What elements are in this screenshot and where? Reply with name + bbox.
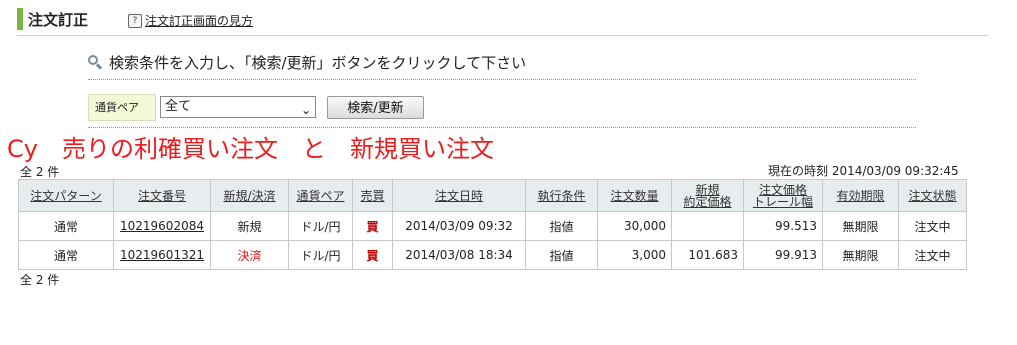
- col-order-price-line2: トレール幅: [752, 194, 813, 209]
- col-status[interactable]: 注文状態: [898, 179, 967, 212]
- search-instruction: 検索条件を入力し、「検索/更新」ボタンをクリックして下さい: [88, 52, 526, 73]
- cell-condition: 指値: [525, 211, 598, 241]
- col-datetime[interactable]: 注文日時: [392, 179, 526, 212]
- cell-pair: ドル/円: [288, 240, 353, 270]
- currency-pair-value: 全て: [165, 99, 192, 114]
- current-time: 現在の時刻 2014/03/09 09:32:45: [768, 164, 959, 178]
- cell-order-price: 99.913: [743, 240, 823, 270]
- col-side[interactable]: 売買: [352, 179, 393, 212]
- dotted-divider: [88, 127, 916, 128]
- cell-entry-price: [671, 211, 744, 241]
- chevron-down-icon: ⌄: [300, 103, 311, 117]
- currency-pair-select[interactable]: 全て ⌄: [160, 96, 316, 118]
- page-title: 注文訂正: [28, 11, 89, 29]
- help-link[interactable]: ? 注文訂正画面の見方: [128, 12, 253, 29]
- col-entry-price-line2: 約定価格: [683, 194, 732, 209]
- result-count-bottom: 全 2 件: [20, 273, 60, 287]
- col-type[interactable]: 新規/決済: [210, 179, 289, 212]
- col-pair[interactable]: 通貨ペア: [288, 179, 353, 212]
- cell-status: 注文中: [898, 211, 967, 241]
- table-header-row: 注文パターン 注文番号 新規/決済 通貨ペア 売買 注文日時 執行条件 注文数量…: [18, 179, 967, 212]
- col-order-no[interactable]: 注文番号: [113, 179, 211, 212]
- cell-entry-price: 101.683: [671, 240, 744, 270]
- search-update-button[interactable]: 検索/更新: [327, 96, 424, 119]
- dotted-divider: [88, 79, 916, 80]
- cell-pair: ドル/円: [288, 211, 353, 241]
- cell-side: 買: [352, 211, 393, 241]
- result-count-top: 全 2 件: [20, 165, 60, 179]
- col-order-price[interactable]: 注文価格 トレール幅: [743, 179, 823, 212]
- order-number-link[interactable]: 10219602084: [113, 211, 211, 241]
- cell-type: 決済: [210, 240, 289, 270]
- cell-status: 注文中: [898, 240, 967, 270]
- cell-type: 新規: [210, 211, 289, 241]
- cell-validity: 無期限: [822, 240, 899, 270]
- table-row: 通常 10219601321 決済 ドル/円 買 2014/03/08 18:3…: [18, 240, 967, 270]
- cell-qty: 30,000: [597, 211, 672, 241]
- col-qty[interactable]: 注文数量: [597, 179, 672, 212]
- cell-pattern: 通常: [18, 240, 114, 270]
- cell-order-price: 99.513: [743, 211, 823, 241]
- col-pattern[interactable]: 注文パターン: [18, 179, 114, 212]
- annotation-text: Cy 売りの利確買い注文 と 新規買い注文: [7, 135, 494, 163]
- col-condition[interactable]: 執行条件: [525, 179, 598, 212]
- title-accent-bar: [17, 8, 23, 30]
- table-row: 通常 10219602084 新規 ドル/円 買 2014/03/09 09:3…: [18, 211, 967, 241]
- order-number-link[interactable]: 10219601321: [113, 240, 211, 270]
- col-validity[interactable]: 有効期限: [822, 179, 899, 212]
- search-icon: [88, 55, 103, 70]
- help-icon: ?: [128, 13, 142, 28]
- currency-pair-label: 通貨ペア: [88, 94, 156, 121]
- header-divider: [17, 35, 989, 36]
- instruction-text: 検索条件を入力し、「検索/更新」ボタンをクリックして下さい: [109, 54, 527, 72]
- cell-validity: 無期限: [822, 211, 899, 241]
- cell-qty: 3,000: [597, 240, 672, 270]
- cell-datetime: 2014/03/08 18:34: [392, 240, 526, 270]
- orders-table: 注文パターン 注文番号 新規/決済 通貨ペア 売買 注文日時 執行条件 注文数量…: [18, 179, 967, 270]
- col-entry-price[interactable]: 新規 約定価格: [671, 179, 744, 212]
- help-link-text[interactable]: 注文訂正画面の見方: [145, 12, 253, 29]
- cell-pattern: 通常: [18, 211, 114, 241]
- cell-datetime: 2014/03/09 09:32: [392, 211, 526, 241]
- cell-condition: 指値: [525, 240, 598, 270]
- cell-side: 買: [352, 240, 393, 270]
